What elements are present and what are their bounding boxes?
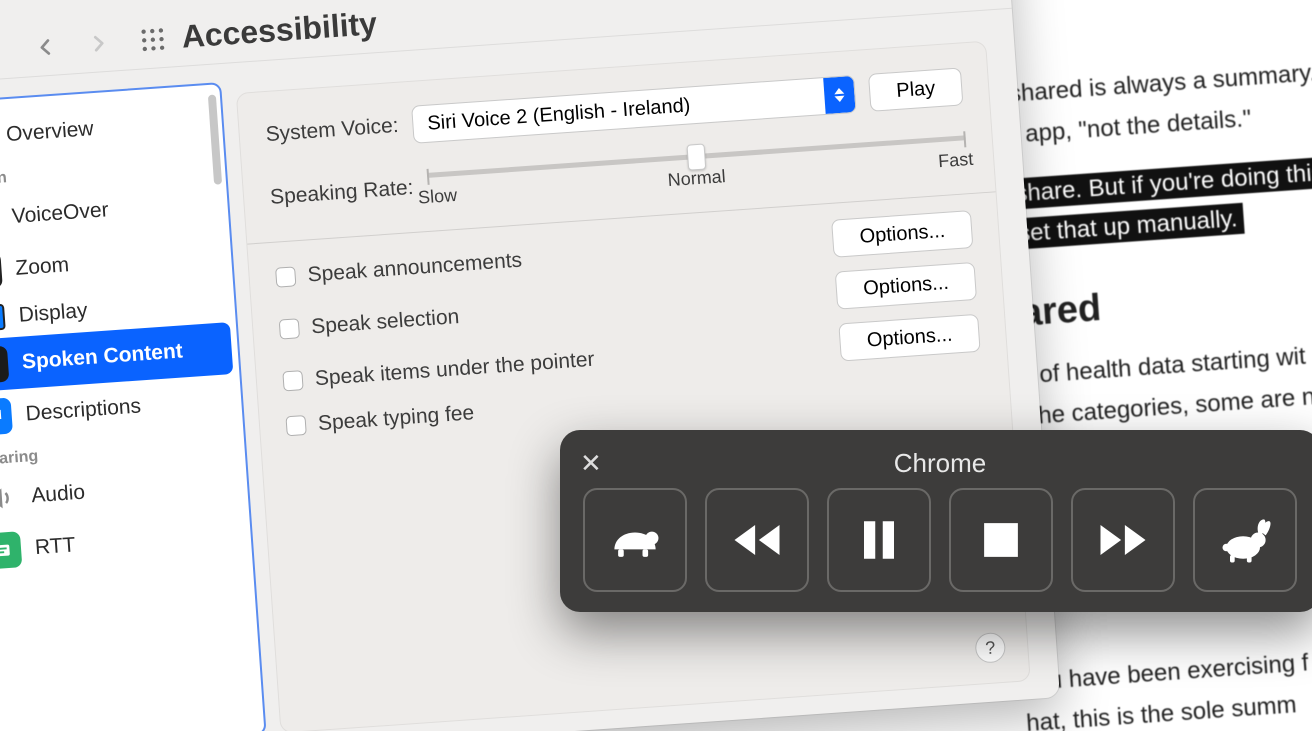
- options-button[interactable]: Options...: [835, 262, 977, 310]
- options-button[interactable]: Options...: [839, 314, 981, 362]
- sidebar-item-label: Overview: [5, 117, 94, 147]
- display-icon: [0, 304, 6, 332]
- sidebar-item-label: VoiceOver: [11, 198, 109, 229]
- slider-slow-label: Slow: [417, 185, 457, 209]
- checkbox-speak-selection[interactable]: [279, 318, 300, 339]
- turtle-icon: [605, 510, 665, 570]
- rtt-icon: [0, 531, 22, 569]
- sidebar-item-label: Zoom: [15, 253, 70, 281]
- all-prefs-button[interactable]: [139, 26, 167, 59]
- grid-icon: [139, 26, 167, 54]
- option-label: Speak announcements: [307, 249, 523, 288]
- pause-icon: [849, 510, 909, 570]
- chevron-left-icon: [31, 33, 59, 61]
- option-label: Speak items under the pointer: [314, 348, 595, 391]
- descriptions-icon: [0, 398, 13, 436]
- sidebar-item-label: Spoken Content: [21, 339, 183, 374]
- speech-controller[interactable]: ✕ Chrome: [560, 430, 1312, 612]
- speaking-rate-slider[interactable]: Slow Normal Fast: [426, 127, 968, 209]
- rewind-icon: [727, 510, 787, 570]
- fast-forward-button[interactable]: [1071, 488, 1175, 592]
- slow-down-button[interactable]: [583, 488, 687, 592]
- system-voice-select[interactable]: Siri Voice 2 (English - Ireland): [411, 75, 857, 144]
- controller-title: Chrome: [580, 448, 1300, 479]
- option-label: Speak selection: [310, 305, 460, 339]
- checkbox-speak-announcements[interactable]: [275, 266, 296, 287]
- back-button[interactable]: [31, 33, 59, 66]
- rabbit-icon: [1215, 510, 1275, 570]
- speech-bubble-icon: [0, 346, 9, 384]
- preferences-window: Accessibility Search Overview Vision: [0, 0, 1060, 731]
- sidebar-item-label: RTT: [34, 533, 76, 560]
- window-title: Accessibility: [180, 5, 378, 56]
- rewind-button[interactable]: [705, 488, 809, 592]
- pause-button[interactable]: [827, 488, 931, 592]
- sidebar[interactable]: Overview Vision VoiceOver Zoom: [0, 82, 267, 731]
- checkbox-speak-typing-feedback[interactable]: [285, 415, 306, 436]
- system-voice-label: System Voice:: [265, 114, 399, 147]
- sidebar-item-label: Display: [18, 299, 88, 328]
- stop-button[interactable]: [949, 488, 1053, 592]
- bg-heading: hared: [996, 260, 1312, 343]
- zoom-icon: [0, 252, 3, 290]
- checkbox-speak-under-pointer[interactable]: [282, 370, 303, 391]
- stop-icon: [971, 510, 1031, 570]
- slider-normal-label: Normal: [667, 166, 726, 191]
- fast-forward-icon: [1093, 510, 1153, 570]
- settings-panel: System Voice: Siri Voice 2 (English - Ir…: [236, 41, 1031, 731]
- slider-fast-label: Fast: [938, 149, 974, 172]
- speaker-icon: [0, 479, 19, 517]
- select-stepper-icon: [823, 76, 855, 114]
- help-button[interactable]: ?: [974, 632, 1006, 664]
- sidebar-item-label: Audio: [31, 481, 86, 509]
- speaking-rate-label: Speaking Rate:: [269, 176, 414, 210]
- forward-button[interactable]: [85, 30, 113, 63]
- sidebar-item-label: Descriptions: [25, 394, 142, 426]
- system-voice-value: Siri Voice 2 (English - Ireland): [427, 85, 826, 136]
- options-button[interactable]: Options...: [831, 210, 973, 258]
- play-button[interactable]: Play: [868, 67, 963, 111]
- chevron-right-icon: [85, 30, 113, 58]
- option-label: Speak typing fee: [317, 401, 475, 436]
- speed-up-button[interactable]: [1193, 488, 1297, 592]
